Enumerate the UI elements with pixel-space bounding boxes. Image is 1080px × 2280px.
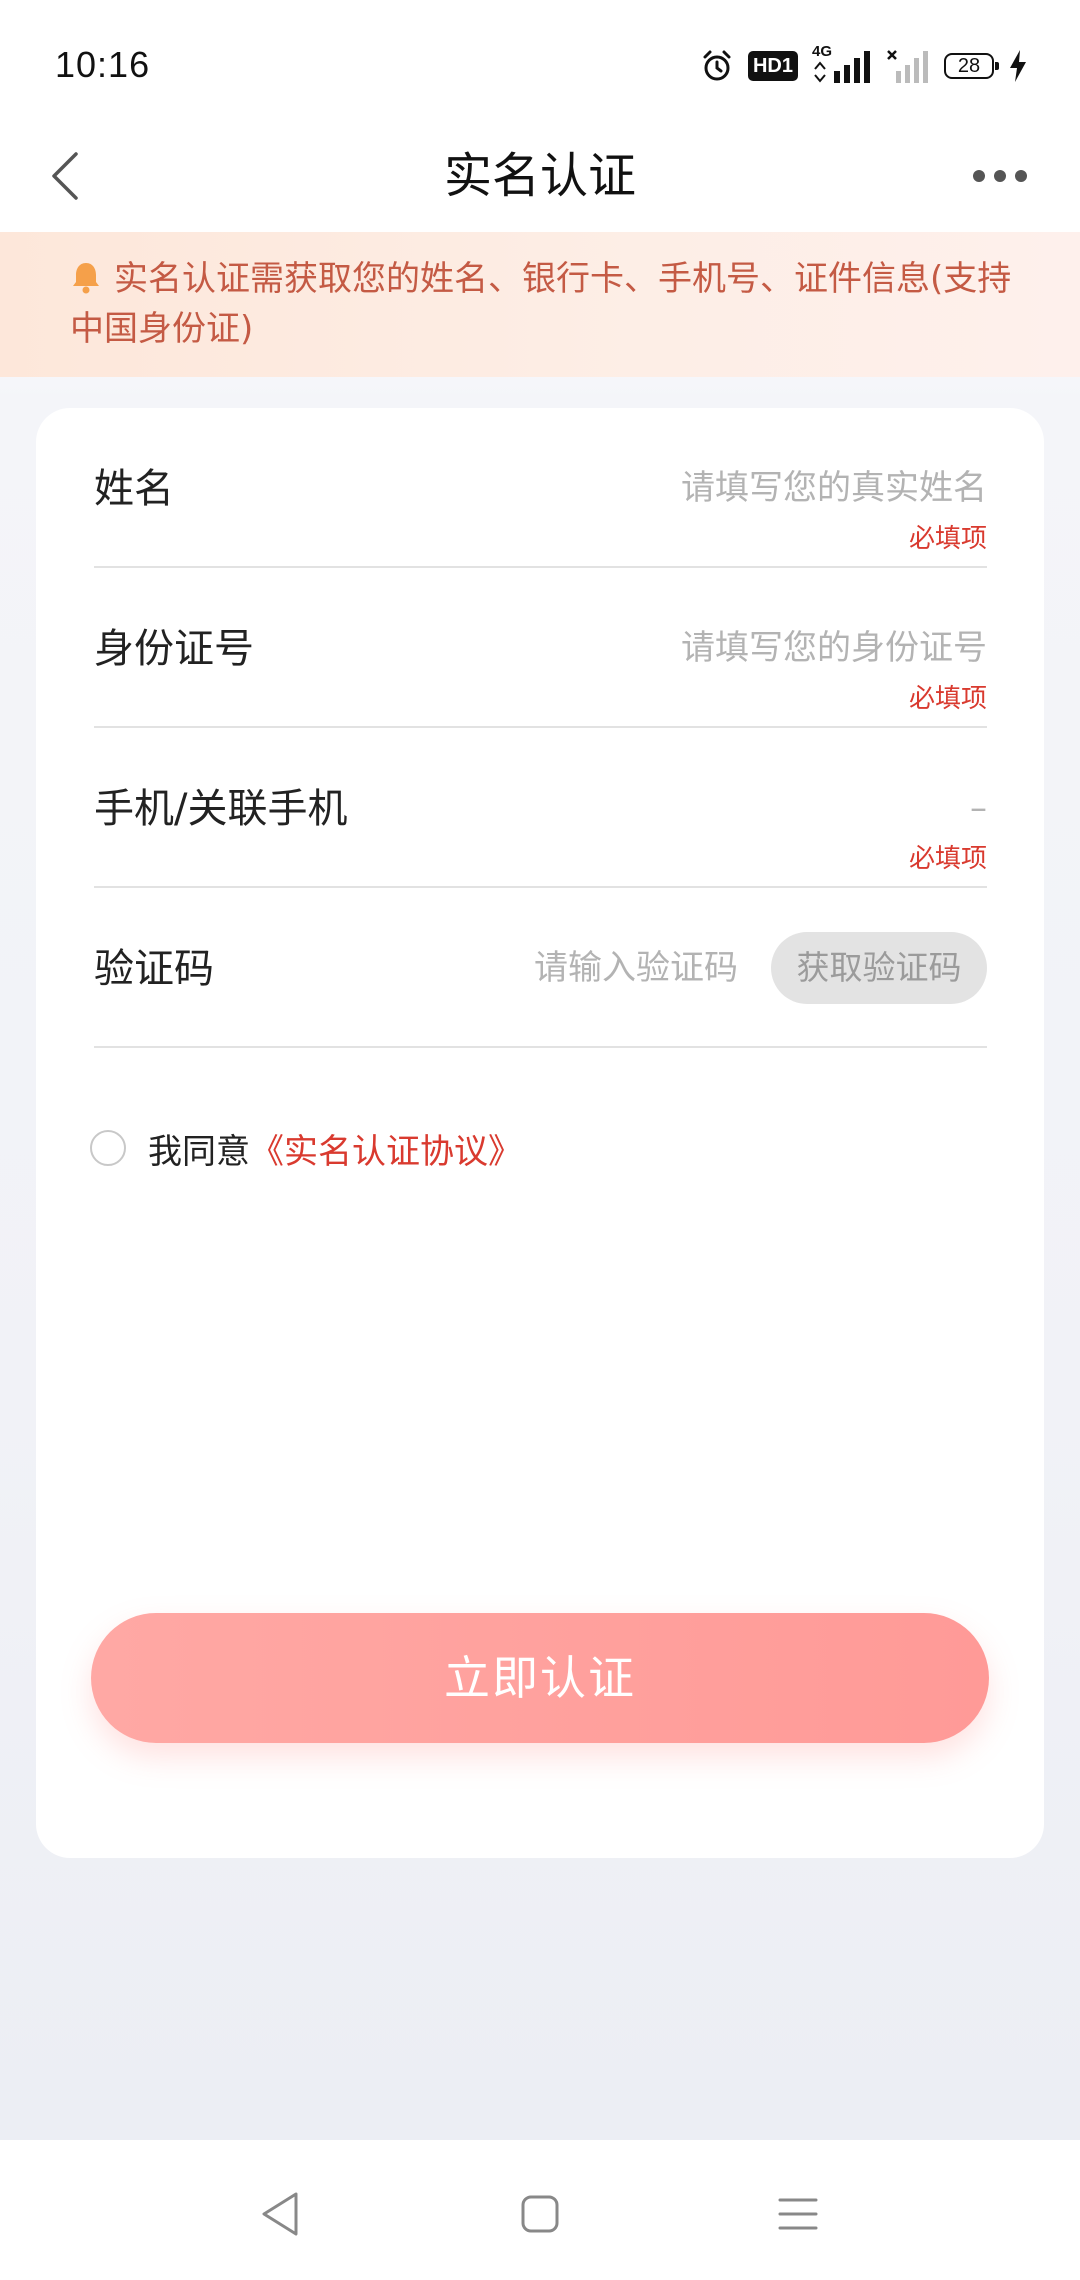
code-label: 验证码 [94,946,214,992]
menu-lines-icon [778,2198,818,2230]
phone-required-hint: 必填项 [908,844,987,874]
network-type-label: 4G [812,43,833,60]
notice-content: 实名认证需获取您的姓名、银行卡、手机号、证件信息(支持中国身份证) [70,254,1020,354]
id-number-input[interactable] [567,628,987,668]
more-dot [994,170,1006,182]
more-horizontal-icon [973,170,985,182]
phone-field[interactable]: 手机/关联手机 – 必填项 [94,728,987,888]
bell-icon [73,263,99,294]
signal-no-sim-icon [886,49,930,83]
status-time: 10:16 [55,44,151,85]
agreement-row: 我同意 《实名认证协议》 [90,1118,522,1178]
back-triangle-icon [262,2192,298,2236]
alarm-icon [700,49,734,83]
hd-icon: HD1 [747,51,798,81]
name-field: 姓名 必填项 [94,408,987,568]
submit-verification-button[interactable]: 立即认证 [91,1613,989,1743]
charging-icon [1008,49,1028,83]
signal-4g-icon: 4G [812,43,872,83]
status-icons: HD1 4G 28 [700,43,1028,86]
system-back-button[interactable] [244,2178,316,2250]
system-navigation-bar [0,2148,1080,2280]
system-menu-button[interactable] [762,2178,834,2250]
id-number-field: 身份证号 必填项 [94,568,987,728]
phone-value[interactable]: – [970,788,987,828]
get-code-button[interactable]: 获取验证码 [771,932,987,1004]
battery-level: 28 [957,54,981,77]
home-square-icon [521,2195,559,2233]
id-number-required-hint: 必填项 [908,684,987,714]
name-required-hint: 必填项 [908,524,987,554]
page-title: 实名认证 [443,148,636,204]
name-input[interactable] [567,468,987,508]
battery-icon: 28 [944,53,999,79]
name-label: 姓名 [94,466,174,512]
system-home-button[interactable] [504,2178,576,2250]
notice-banner: 实名认证需获取您的姓名、银行卡、手机号、证件信息(支持中国身份证) [0,232,1080,377]
agreement-prefix: 我同意 [148,1131,250,1172]
agreement-checkbox[interactable] [90,1130,126,1166]
id-number-label: 身份证号 [94,626,254,672]
verification-form-card: 姓名 必填项 身份证号 必填项 手机/关联手机 – 必填项 验证码 获取验证码 … [36,408,1044,1858]
agreement-link[interactable]: 《实名认证协议》 [250,1124,522,1173]
phone-label: 手机/关联手机 [94,786,348,832]
nav-bar: 实名认证 [0,120,1080,232]
notice-text: 实名认证需获取您的姓名、银行卡、手机号、证件信息(支持中国身份证) [70,259,1012,349]
status-bar: 10:16 HD1 4G 28 [0,0,1080,120]
code-field: 验证码 获取验证码 [94,888,987,1048]
more-button[interactable] [950,140,1050,212]
more-dot [1015,170,1027,182]
